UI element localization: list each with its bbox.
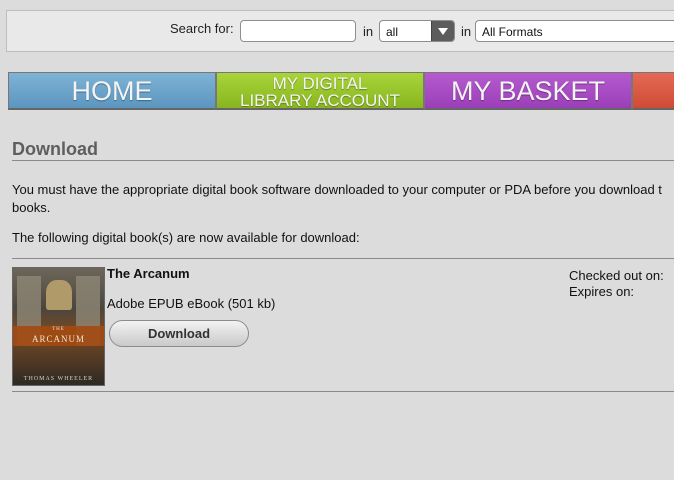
format-select-value: All Formats	[482, 25, 543, 39]
in-label: in	[363, 24, 374, 39]
instructions-line2: books.	[12, 200, 51, 215]
scope-select[interactable]: all	[379, 20, 455, 42]
tab-next[interactable]	[632, 72, 674, 110]
scope-select-value: all	[386, 25, 399, 39]
search-label: Search for:	[170, 21, 234, 36]
in-label-2: in	[461, 24, 472, 39]
cover-the: THE	[52, 327, 65, 332]
tab-my-digital-library-account[interactable]: MY DIGITAL LIBRARY ACCOUNT	[216, 72, 424, 110]
tab-home[interactable]: HOME	[8, 72, 216, 110]
chevron-down-icon	[431, 21, 454, 41]
book-title: The Arcanum	[107, 266, 190, 281]
checked-out-label: Checked out on:	[569, 268, 664, 283]
search-input[interactable]	[240, 20, 356, 42]
cover-author: THOMAS WHEELER	[23, 376, 94, 382]
download-button[interactable]: Download	[109, 320, 249, 347]
available-text: The following digital book(s) are now av…	[12, 230, 360, 245]
title-divider	[12, 160, 674, 161]
page-title: Download	[12, 139, 98, 159]
tab-home-label: HOME	[71, 76, 153, 106]
tab-basket-label: MY BASKET	[450, 76, 606, 106]
list-top-divider	[12, 258, 674, 259]
instructions-text: You must have the appropriate digital bo…	[12, 181, 674, 217]
tab-account-label-line2: LIBRARY ACCOUNT	[240, 91, 400, 110]
format-select[interactable]: All Formats	[475, 20, 674, 42]
tab-my-basket[interactable]: MY BASKET	[424, 72, 632, 110]
list-bottom-divider	[12, 391, 674, 392]
book-cover-image: THE ARCANUM THOMAS WHEELER	[12, 267, 105, 386]
instructions-line1: You must have the appropriate digital bo…	[12, 182, 662, 197]
expires-label: Expires on:	[569, 284, 635, 299]
book-format: Adobe EPUB eBook (501 kb)	[107, 296, 276, 311]
main-nav: HOME MY DIGITAL LIBRARY ACCOUNT MY BASKE…	[8, 72, 674, 110]
cover-title: ARCANUM	[31, 334, 85, 344]
